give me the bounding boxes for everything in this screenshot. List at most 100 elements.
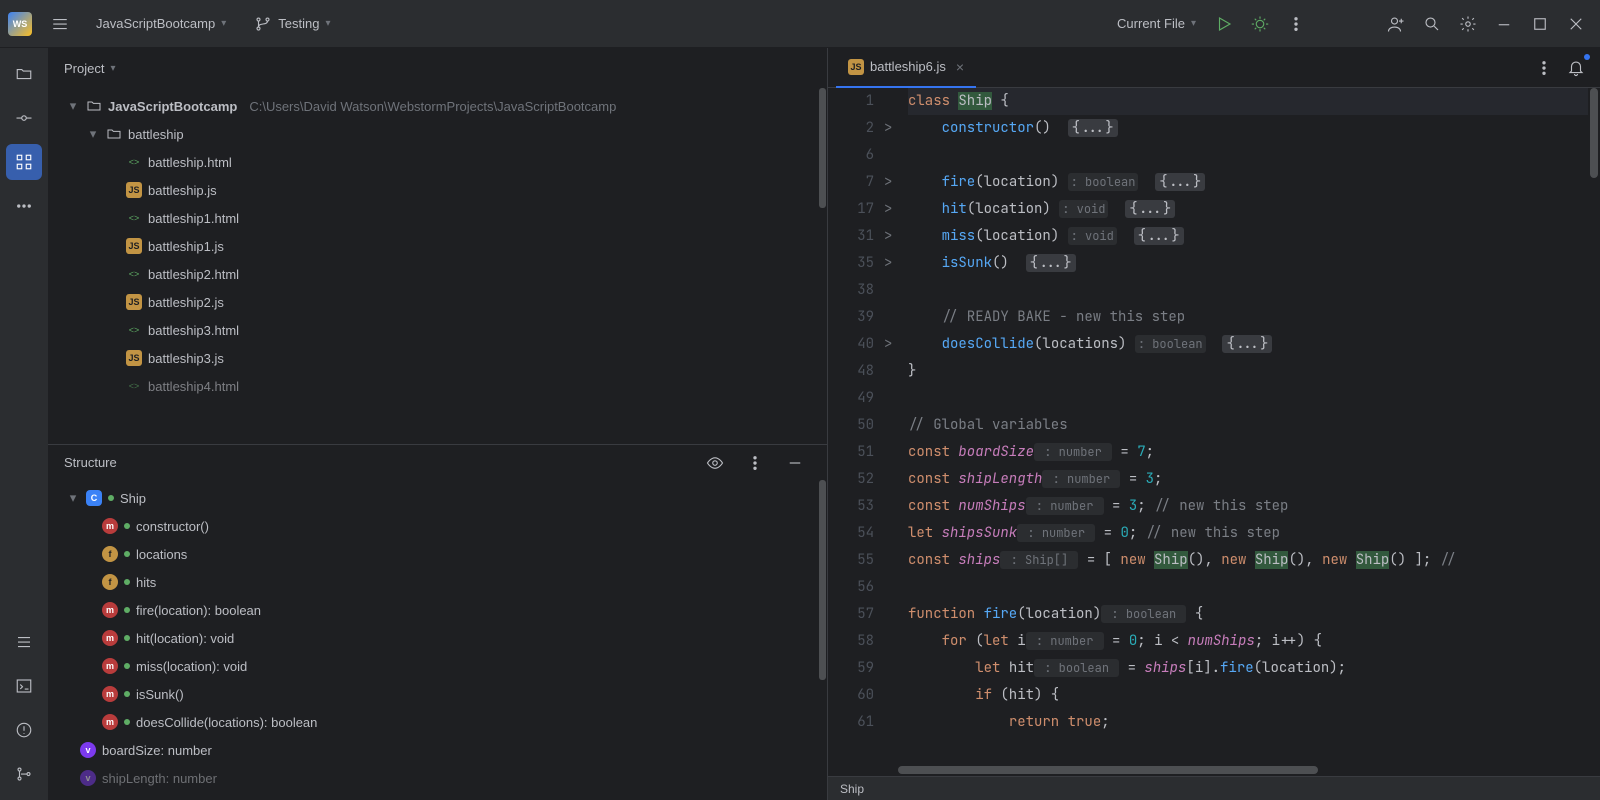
public-icon: [124, 579, 130, 585]
project-name: JavaScriptBootcamp: [96, 16, 215, 31]
structure-title: Structure: [64, 455, 117, 470]
public-icon: [108, 495, 114, 501]
public-icon: [124, 551, 130, 557]
file-row[interactable]: <>battleship.html: [48, 148, 827, 176]
structure-member[interactable]: mmiss(location): void: [48, 652, 827, 680]
branch-name: Testing: [278, 16, 319, 31]
class-icon: C: [86, 490, 102, 506]
method-icon: m: [102, 602, 118, 618]
code-with-me-icon[interactable]: [1380, 8, 1412, 40]
tool-structure-icon[interactable]: [6, 144, 42, 180]
public-icon: [124, 691, 130, 697]
scrollbar[interactable]: [819, 88, 826, 208]
tool-more-icon[interactable]: [6, 188, 42, 224]
code-content[interactable]: class Ship { constructor() {...} fire(lo…: [900, 88, 1588, 764]
project-panel-header: Project ▾: [48, 48, 827, 88]
public-icon: [124, 663, 130, 669]
structure-member[interactable]: misSunk(): [48, 680, 827, 708]
fold-gutter[interactable]: >>>>>>: [884, 88, 900, 764]
public-icon: [124, 719, 130, 725]
scrollbar-vertical[interactable]: [1588, 88, 1600, 764]
run-button[interactable]: [1208, 8, 1240, 40]
public-icon: [124, 635, 130, 641]
structure-tree[interactable]: ▾ C Ship mconstructor() flocations fhits…: [48, 480, 827, 800]
main-menu-icon[interactable]: [44, 8, 76, 40]
structure-member[interactable]: mfire(location): boolean: [48, 596, 827, 624]
file-row[interactable]: JSbattleship.js: [48, 176, 827, 204]
file-row[interactable]: <>battleship1.html: [48, 204, 827, 232]
tab-more-icon[interactable]: [1528, 52, 1560, 84]
structure-global[interactable]: vshipLength: number: [48, 764, 827, 792]
structure-class[interactable]: ▾ C Ship: [48, 484, 827, 512]
tool-commit-icon[interactable]: [6, 100, 42, 136]
file-row[interactable]: JSbattleship2.js: [48, 288, 827, 316]
structure-global[interactable]: vboardSize: number: [48, 736, 827, 764]
root-path: C:\Users\David Watson\WebstormProjects\J…: [249, 99, 616, 114]
file-row[interactable]: JSbattleship3.js: [48, 344, 827, 372]
chevron-down-icon[interactable]: ▾: [110, 63, 115, 74]
branch-icon: [254, 15, 272, 33]
chevron-down-icon[interactable]: ▾: [66, 98, 80, 114]
chevron-down-icon[interactable]: ▾: [86, 126, 100, 142]
visibility-icon[interactable]: [699, 447, 731, 479]
method-icon: m: [102, 630, 118, 646]
method-icon: m: [102, 714, 118, 730]
run-config-label: Current File: [1117, 16, 1185, 31]
tool-project-icon[interactable]: [6, 56, 42, 92]
variable-icon: v: [80, 770, 96, 786]
close-icon[interactable]: [1560, 8, 1592, 40]
close-tab-icon[interactable]: ×: [956, 59, 964, 75]
folder-icon: [86, 98, 102, 114]
file-row[interactable]: <>battleship4.html: [48, 372, 827, 400]
editor: JS battleship6.js × ✔ 126717313538394048…: [828, 48, 1600, 800]
public-icon: [124, 607, 130, 613]
code-area[interactable]: ✔ 12671731353839404849505152535455565758…: [828, 88, 1600, 764]
js-icon: JS: [126, 238, 142, 254]
js-icon: JS: [126, 182, 142, 198]
tool-todo-icon[interactable]: [6, 624, 42, 660]
file-row[interactable]: <>battleship2.html: [48, 260, 827, 288]
scrollbar-horizontal[interactable]: [828, 764, 1600, 776]
project-root[interactable]: ▾ JavaScriptBootcamp C:\Users\David Wats…: [48, 92, 827, 120]
breadcrumb-bar: Ship: [828, 776, 1600, 800]
project-selector[interactable]: JavaScriptBootcamp ▾: [88, 12, 234, 35]
notifications-icon[interactable]: [1560, 52, 1592, 84]
variable-icon: v: [80, 742, 96, 758]
file-row[interactable]: JSbattleship1.js: [48, 232, 827, 260]
structure-member[interactable]: mconstructor(): [48, 512, 827, 540]
method-icon: m: [102, 658, 118, 674]
line-gutter[interactable]: 1267173135383940484950515253545556575859…: [828, 88, 884, 764]
structure-member[interactable]: flocations: [48, 540, 827, 568]
activity-bar: [0, 48, 48, 800]
structure-member[interactable]: mhit(location): void: [48, 624, 827, 652]
breadcrumb[interactable]: Ship: [840, 782, 864, 796]
file-row[interactable]: <>battleship3.html: [48, 316, 827, 344]
more-icon[interactable]: [739, 447, 771, 479]
editor-tab[interactable]: JS battleship6.js ×: [836, 48, 976, 88]
maximize-icon[interactable]: [1524, 8, 1556, 40]
minimize-icon[interactable]: [1488, 8, 1520, 40]
git-branch[interactable]: Testing ▾: [246, 11, 338, 37]
search-icon[interactable]: [1416, 8, 1448, 40]
run-config-selector[interactable]: Current File ▾: [1109, 12, 1204, 35]
sidebar: Project ▾ ▾ JavaScriptBootcamp C:\Users\…: [48, 48, 828, 800]
more-actions-icon[interactable]: [1280, 8, 1312, 40]
chevron-down-icon[interactable]: ▾: [66, 490, 80, 506]
structure-member[interactable]: mdoesCollide(locations): boolean: [48, 708, 827, 736]
tool-terminal-icon[interactable]: [6, 668, 42, 704]
structure-panel-header: Structure: [48, 444, 827, 480]
structure-member[interactable]: fhits: [48, 568, 827, 596]
js-icon: JS: [848, 59, 864, 75]
debug-button[interactable]: [1244, 8, 1276, 40]
html-icon: <>: [126, 210, 142, 226]
chevron-down-icon: ▾: [325, 18, 330, 29]
tool-problems-icon[interactable]: [6, 712, 42, 748]
project-tree[interactable]: ▾ JavaScriptBootcamp C:\Users\David Wats…: [48, 88, 827, 444]
public-icon: [124, 523, 130, 529]
settings-icon[interactable]: [1452, 8, 1484, 40]
tool-vcs-icon[interactable]: [6, 756, 42, 792]
collapse-icon[interactable]: [779, 447, 811, 479]
field-icon: f: [102, 546, 118, 562]
folder-row[interactable]: ▾ battleship: [48, 120, 827, 148]
scrollbar[interactable]: [819, 480, 826, 680]
